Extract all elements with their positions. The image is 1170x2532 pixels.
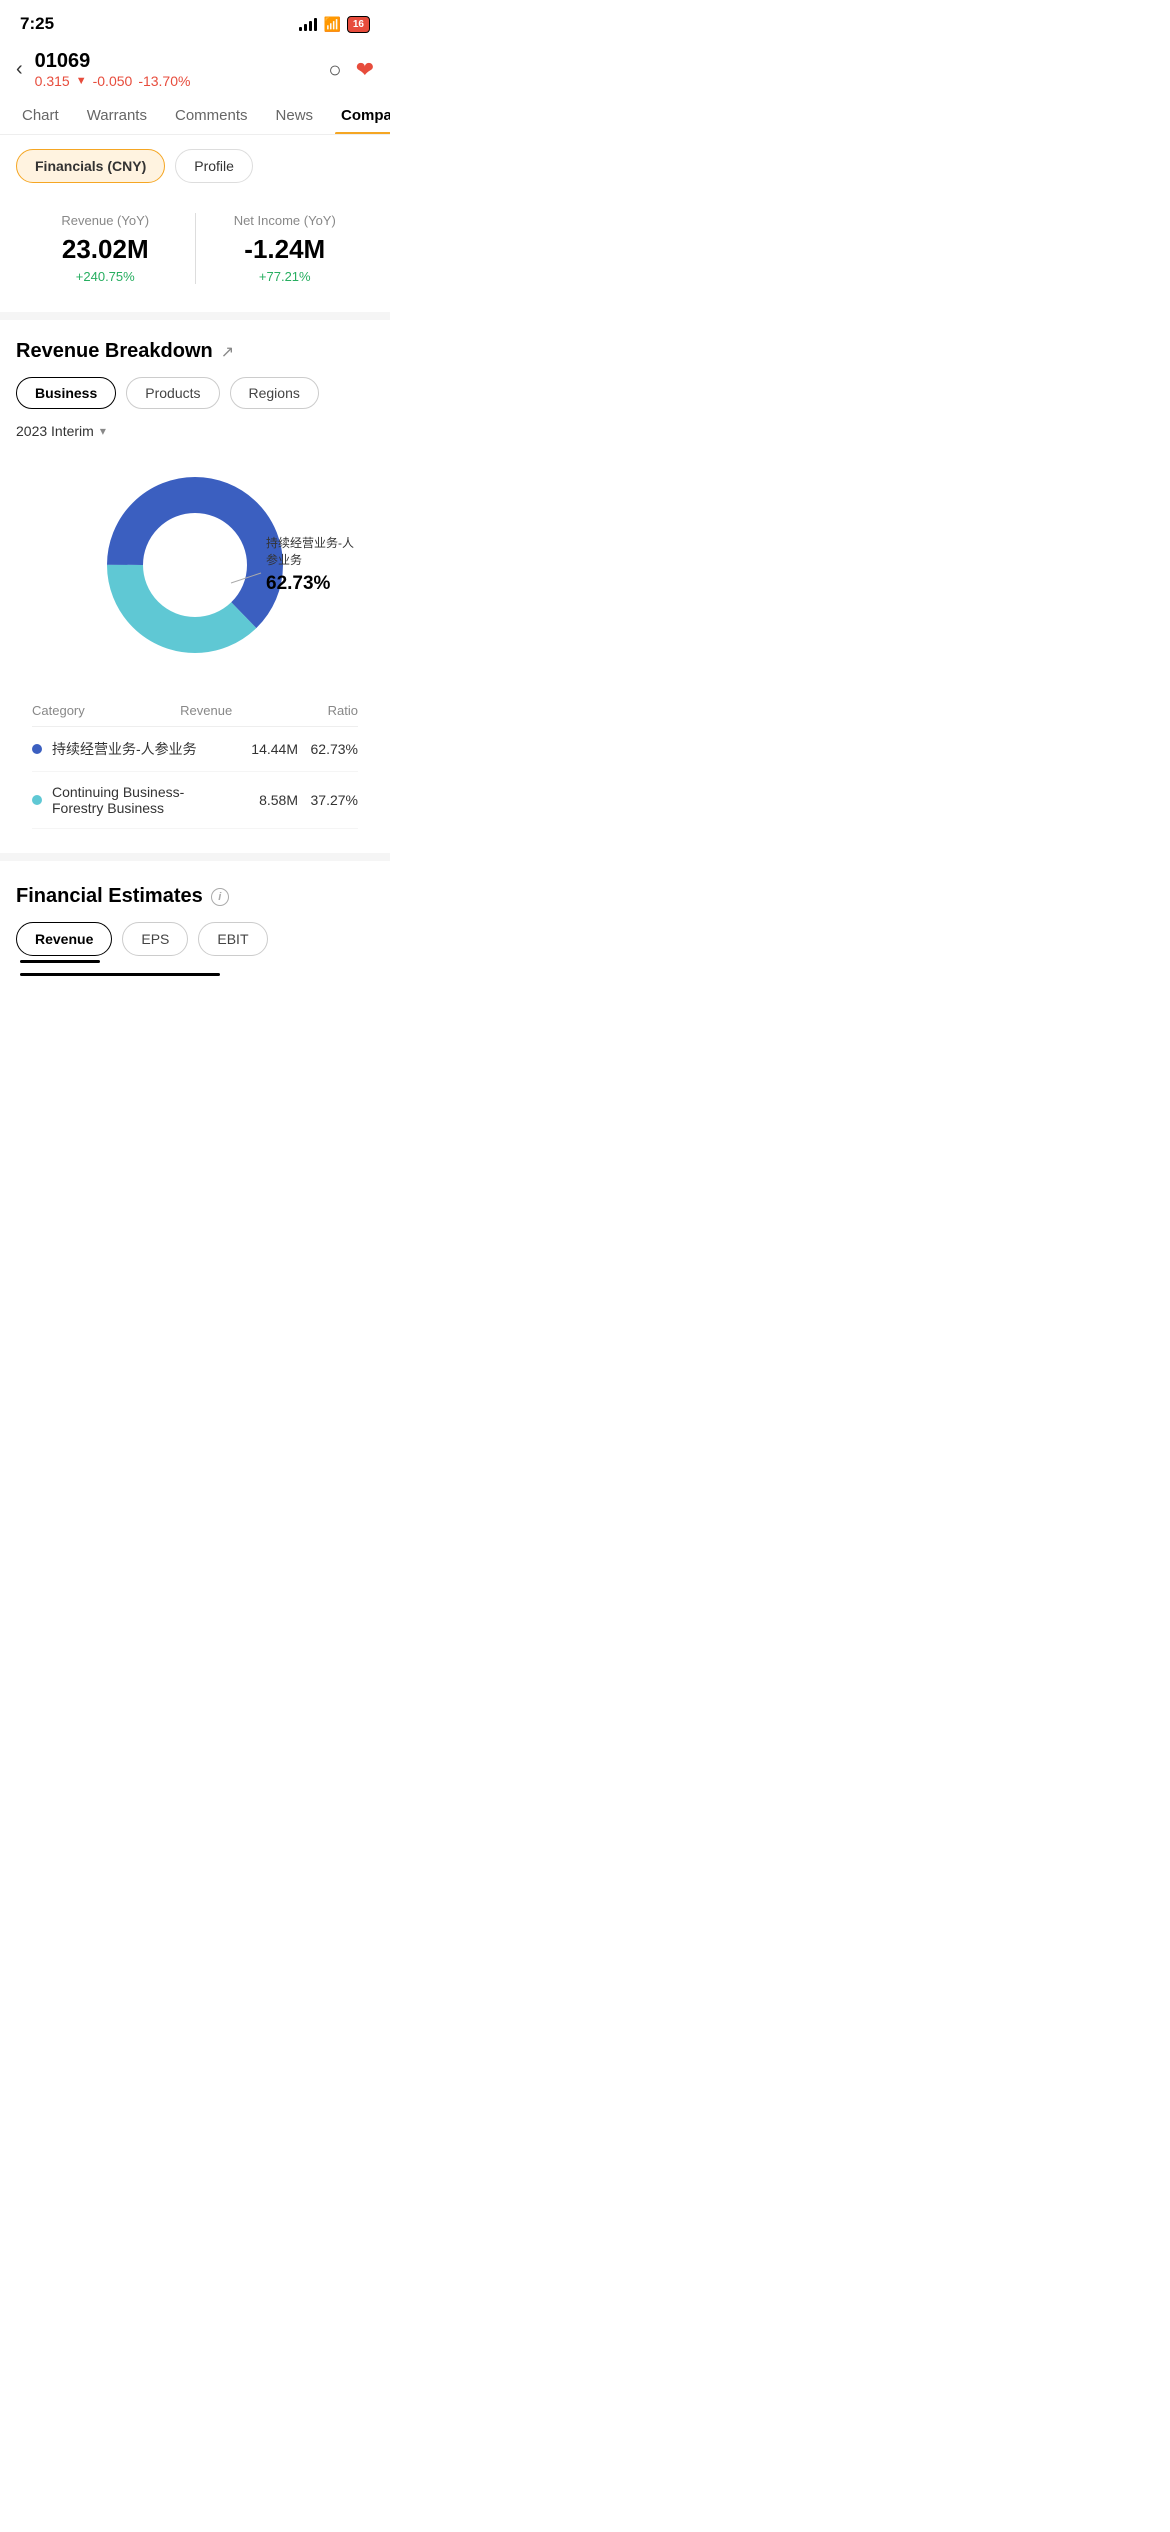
signal-icon xyxy=(299,17,317,31)
header: ‹ 01069 0.315 ▼ -0.050 -13.70% ○ ❤ xyxy=(0,42,390,97)
est-tab-eps[interactable]: EPS xyxy=(122,922,188,956)
row-ratio-1: 62.73% xyxy=(298,741,358,757)
section-divider xyxy=(0,312,390,320)
stock-ticker: 01069 xyxy=(35,50,191,73)
revenue-label: Revenue (YoY) xyxy=(16,213,195,228)
estimate-tabs: Revenue EPS EBIT xyxy=(16,922,374,956)
col-category: Category xyxy=(32,703,85,718)
sub-tab-financials[interactable]: Financials (CNY) xyxy=(16,149,165,183)
revenue-breakdown-title: Revenue Breakdown xyxy=(16,340,213,363)
header-left: ‹ 01069 0.315 ▼ -0.050 -13.70% xyxy=(16,50,190,89)
segment-tabs: Business Products Regions xyxy=(16,377,374,409)
row-revenue-2: 8.58M xyxy=(228,792,298,808)
revenue-change: +240.75% xyxy=(16,269,195,284)
tab-warrants[interactable]: Warrants xyxy=(73,97,161,134)
down-arrow-icon: ▼ xyxy=(76,75,87,87)
net-income-change: +77.21% xyxy=(196,269,375,284)
fin-row: Revenue (YoY) 23.02M +240.75% Net Income… xyxy=(16,213,374,284)
row-dot-2 xyxy=(32,795,42,805)
info-icon[interactable]: i xyxy=(211,888,229,906)
revenue-data-table: Category Revenue Ratio 持续经营业务-人参业务 14.44… xyxy=(16,695,374,829)
revenue-breakdown-section: Revenue Breakdown ↗ Business Products Re… xyxy=(0,320,390,829)
row-ratio-2: 37.27% xyxy=(298,792,358,808)
estimates-title: Financial Estimates xyxy=(16,885,203,908)
revenue-value: 23.02M xyxy=(16,234,195,265)
donut-chart-container: 持续经营业务-人参业务 62.73% xyxy=(16,455,374,675)
header-actions: ○ ❤ xyxy=(328,57,374,83)
favorite-icon[interactable]: ❤ xyxy=(356,57,374,83)
col-ratio: Ratio xyxy=(328,703,358,718)
sub-tabs: Financials (CNY) Profile xyxy=(0,135,390,193)
chart-label-pct: 62.73% xyxy=(266,573,354,595)
tab-chart[interactable]: Chart xyxy=(8,97,73,134)
net-income-value: -1.24M xyxy=(196,234,375,265)
nav-tabs: Chart Warrants Comments News Company xyxy=(0,97,390,135)
scroll-indicator xyxy=(20,973,220,976)
price-change-pct: -13.70% xyxy=(138,73,190,89)
section-divider-2 xyxy=(0,853,390,861)
seg-tab-business[interactable]: Business xyxy=(16,377,116,409)
sub-tab-profile[interactable]: Profile xyxy=(175,149,253,183)
financial-summary: Revenue (YoY) 23.02M +240.75% Net Income… xyxy=(0,193,390,294)
est-tab-revenue[interactable]: Revenue xyxy=(16,922,112,956)
seg-tab-products[interactable]: Products xyxy=(126,377,219,409)
tab-comments[interactable]: Comments xyxy=(161,97,262,134)
row-dot-1 xyxy=(32,744,42,754)
status-time: 7:25 xyxy=(20,14,54,34)
share-icon[interactable]: ↗ xyxy=(221,342,234,362)
col-revenue: Revenue xyxy=(180,703,232,718)
status-icons: 📶 16 xyxy=(299,16,370,33)
stock-info: 01069 0.315 ▼ -0.050 -13.70% xyxy=(35,50,191,89)
chart-label: 持续经营业务-人参业务 62.73% xyxy=(266,535,354,595)
net-income-label: Net Income (YoY) xyxy=(196,213,375,228)
section-title-row: Revenue Breakdown ↗ xyxy=(16,340,374,363)
estimates-title-row: Financial Estimates i xyxy=(16,885,374,908)
table-row: 持续经营业务-人参业务 14.44M 62.73% xyxy=(32,727,358,772)
seg-tab-regions[interactable]: Regions xyxy=(230,377,319,409)
row-revenue-1: 14.44M xyxy=(228,741,298,757)
price-change: -0.050 xyxy=(93,73,133,89)
row-label-1: 持续经营业务-人参业务 xyxy=(52,739,228,759)
battery-icon: 16 xyxy=(347,16,370,33)
table-row: Continuing Business-Forestry Business 8.… xyxy=(32,772,358,829)
table-header: Category Revenue Ratio xyxy=(32,695,358,727)
revenue-summary: Revenue (YoY) 23.02M +240.75% xyxy=(16,213,195,284)
stock-price: 0.315 xyxy=(35,73,70,89)
tab-underline xyxy=(20,960,100,963)
status-bar: 7:25 📶 16 xyxy=(0,0,390,42)
back-button[interactable]: ‹ xyxy=(16,58,23,81)
period-selector[interactable]: 2023 Interim ▾ xyxy=(16,423,374,439)
row-label-2: Continuing Business-Forestry Business xyxy=(52,784,228,816)
tab-company[interactable]: Company xyxy=(327,97,390,134)
tab-news[interactable]: News xyxy=(262,97,328,134)
financial-estimates-section: Financial Estimates i Revenue EPS EBIT xyxy=(0,861,390,986)
search-icon[interactable]: ○ xyxy=(328,57,341,83)
donut-chart xyxy=(95,465,295,665)
period-label: 2023 Interim xyxy=(16,423,94,439)
period-dropdown-icon: ▾ xyxy=(100,424,106,438)
chart-label-text: 持续经营业务-人参业务 xyxy=(266,535,354,569)
price-row: 0.315 ▼ -0.050 -13.70% xyxy=(35,73,191,89)
net-income-summary: Net Income (YoY) -1.24M +77.21% xyxy=(195,213,375,284)
wifi-icon: 📶 xyxy=(323,16,340,33)
est-tab-ebit[interactable]: EBIT xyxy=(198,922,267,956)
